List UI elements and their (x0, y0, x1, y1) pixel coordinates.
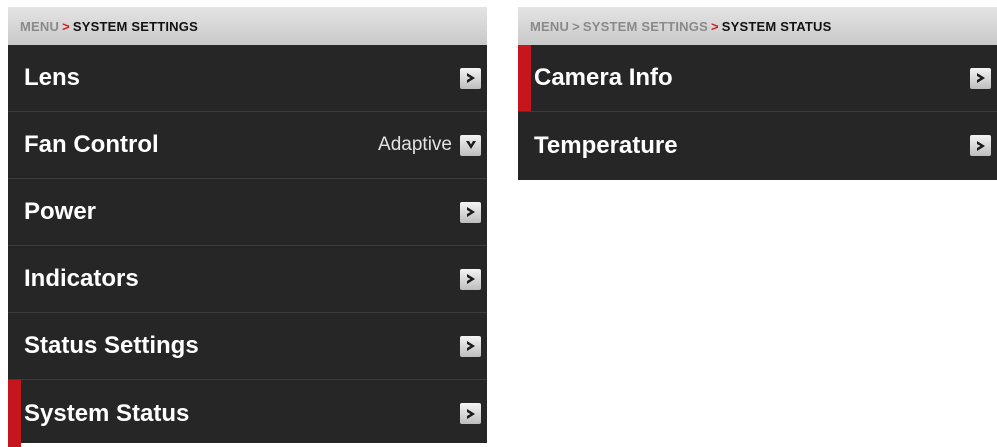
menu-item-fan-control[interactable]: Fan Control Adaptive (8, 112, 487, 179)
breadcrumb-current: SYSTEM SETTINGS (72, 18, 198, 34)
menu-item-temperature[interactable]: Temperature (518, 112, 997, 179)
chevron-right-icon[interactable] (460, 403, 481, 424)
breadcrumb: MENU > SYSTEM SETTINGS > SYSTEM STATUS (518, 7, 997, 45)
chevron-right-icon[interactable] (460, 201, 481, 223)
menu-item-label: Temperature (534, 131, 678, 159)
menu-item-camera-info[interactable]: Camera Info (518, 45, 997, 112)
system-status-panel: MENU > SYSTEM SETTINGS > SYSTEM STATUS C… (518, 7, 997, 180)
fan-control-value: Adaptive (378, 134, 452, 155)
menu-list: Camera Info Temperature (518, 45, 997, 179)
menu-item-label: Status Settings (24, 332, 199, 359)
chevron-right-icon[interactable] (460, 67, 481, 89)
menu-item-label: Indicators (24, 265, 139, 292)
chevron-right-icon[interactable] (460, 335, 481, 357)
breadcrumb-separator: > (710, 18, 719, 34)
chevron-right-icon[interactable] (970, 135, 991, 156)
breadcrumb-separator: > (62, 18, 70, 34)
menu-item-lens[interactable]: Lens (8, 45, 487, 112)
breadcrumb: MENU > SYSTEM SETTINGS (8, 7, 487, 45)
menu-item-label: System Status (24, 399, 190, 427)
breadcrumb-menu[interactable]: MENU (20, 19, 59, 34)
breadcrumb-menu[interactable]: MENU (530, 19, 569, 34)
menu-item-label: Power (24, 198, 97, 225)
chevron-down-icon[interactable] (460, 134, 481, 156)
system-settings-panel: MENU > SYSTEM SETTINGS Lens Fan Control … (8, 7, 487, 447)
selection-marker (8, 380, 21, 447)
menu-item-indicators[interactable]: Indicators (8, 246, 487, 313)
selection-marker (518, 45, 531, 111)
menu-item-label: Fan Control (24, 131, 159, 158)
breadcrumb-system-settings[interactable]: SYSTEM SETTINGS (583, 19, 708, 34)
menu-item-power[interactable]: Power (8, 179, 487, 246)
menu-list: Lens Fan Control Adaptive Power Indicato… (8, 45, 487, 447)
chevron-right-icon[interactable] (970, 67, 991, 89)
menu-item-label: Camera Info (534, 64, 673, 91)
menu-item-status-settings[interactable]: Status Settings (8, 313, 487, 380)
chevron-right-icon[interactable] (460, 268, 481, 290)
menu-item-system-status[interactable]: System Status (8, 380, 487, 447)
breadcrumb-current: SYSTEM STATUS (721, 18, 832, 34)
breadcrumb-separator: > (572, 18, 580, 34)
menu-item-label: Lens (24, 64, 81, 91)
